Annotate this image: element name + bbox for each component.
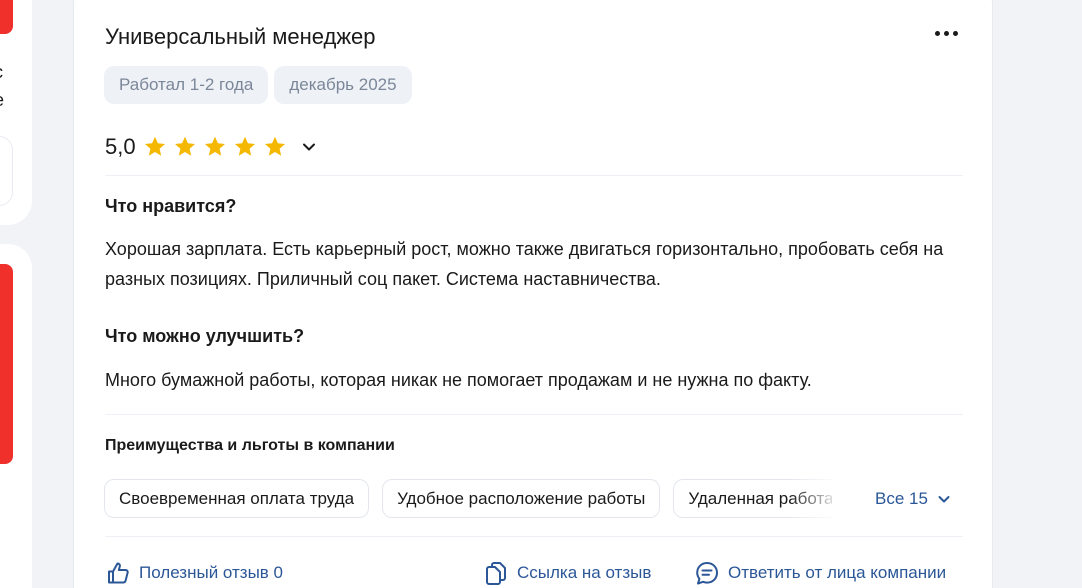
left-text: с е <box>0 58 4 114</box>
tag-date: декабрь 2025 <box>274 66 412 104</box>
copy-link-icon <box>486 562 506 585</box>
left-red-banner[interactable] <box>0 264 13 464</box>
copy-link-button[interactable]: Ссылка на отзыв <box>483 560 651 586</box>
all-benefits-label: Все 15 <box>875 489 928 508</box>
rating-value: 5,0 <box>105 134 136 159</box>
likes-heading: Что нравится? <box>105 196 237 216</box>
chips-fade <box>790 479 840 519</box>
chevron-down-icon <box>938 496 950 503</box>
benefit-chip[interactable]: Своевременная оплата труда <box>104 479 370 518</box>
tag-experience: Работал 1-2 года <box>104 66 269 104</box>
benefits-title: Преимущества и льготы в компании <box>105 437 395 454</box>
improve-heading: Что можно улучшить? <box>105 326 305 346</box>
reply-button[interactable]: Ответить от лица компании <box>694 560 946 586</box>
benefit-chip[interactable]: Удобное расположение работы <box>382 479 661 518</box>
useful-label: Полезный отзыв 0 <box>139 563 284 582</box>
star-icon <box>174 136 195 156</box>
left-red-badge <box>0 0 13 34</box>
thumbs-up-icon <box>108 562 129 584</box>
chat-bubble-icon <box>696 562 718 585</box>
star-icon <box>234 136 255 156</box>
divider <box>105 414 963 415</box>
copy-link-label: Ссылка на отзыв <box>517 563 652 582</box>
improve-text: Много бумажной работы, которая никак не … <box>105 370 812 390</box>
star-icon <box>144 136 165 156</box>
divider <box>105 175 963 176</box>
divider <box>105 536 963 537</box>
left-inner-card[interactable] <box>0 136 13 206</box>
chevron-down-icon[interactable] <box>299 137 319 157</box>
review-title: Универсальный менеджер <box>105 24 376 49</box>
useful-button[interactable]: Полезный отзыв 0 <box>105 560 283 586</box>
rating-stars <box>143 135 287 159</box>
likes-text: Хорошая зарплата. Есть карьерный рост, м… <box>105 239 944 289</box>
more-dots-icon[interactable] <box>931 22 961 44</box>
star-icon <box>204 136 225 156</box>
rating: 5,0 <box>105 134 319 160</box>
star-icon <box>264 136 285 156</box>
reply-label: Ответить от лица компании <box>728 563 947 582</box>
review-tags: Работал 1-2 года декабрь 2025 <box>104 66 412 104</box>
benefits-chips: Своевременная оплата труда Удобное распо… <box>104 479 832 519</box>
all-benefits-button[interactable]: Все 15 <box>875 489 952 509</box>
